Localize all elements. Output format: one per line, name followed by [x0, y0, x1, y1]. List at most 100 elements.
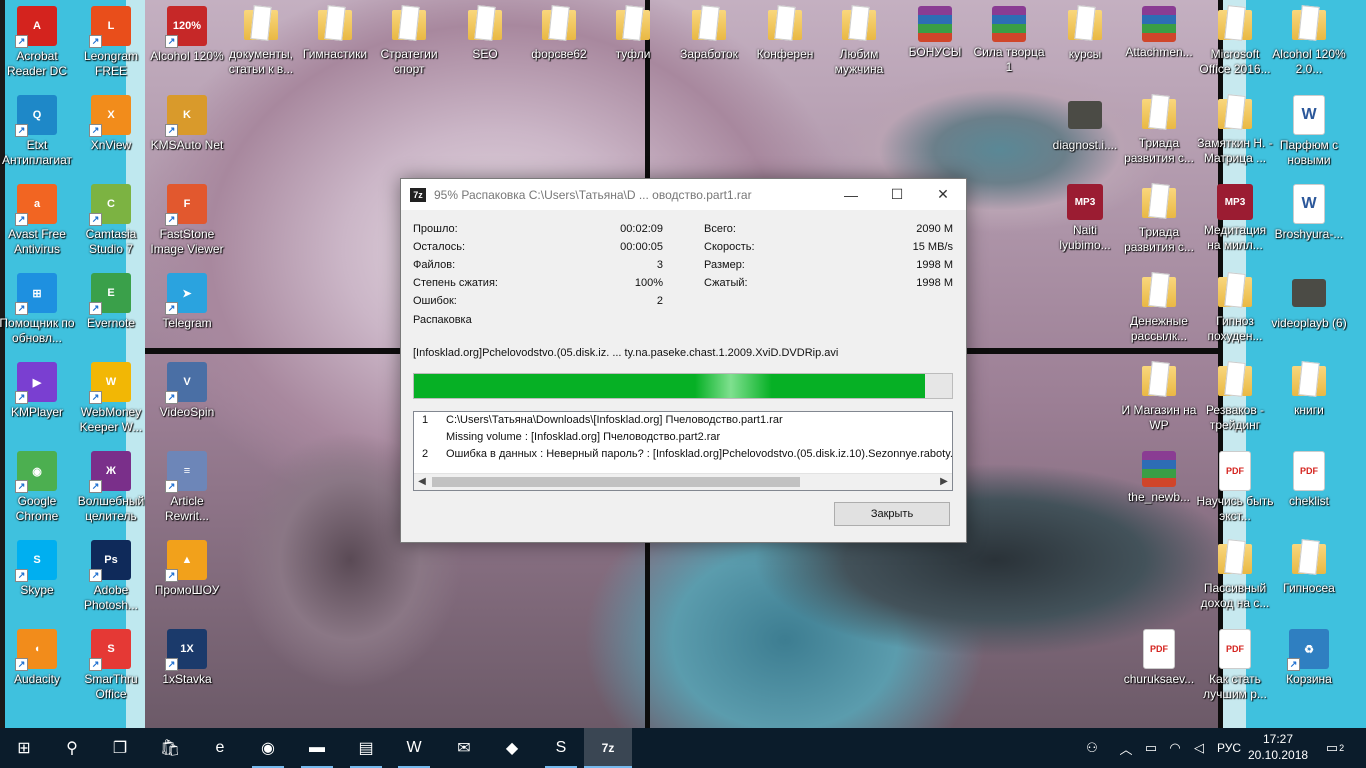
desktop-icon[interactable]: ◖Audacity [0, 623, 74, 709]
desktop-icon[interactable]: EEvernote [74, 267, 148, 353]
desktop-icon[interactable]: the_newb... [1122, 445, 1196, 531]
close-window-button[interactable]: ✕ [920, 179, 966, 210]
desktop-icon[interactable]: SSmarThru Office [74, 623, 148, 709]
desktop-icon[interactable]: SSkype [0, 534, 74, 620]
desktop-icon[interactable]: ➤Telegram [150, 267, 224, 353]
desktop-icon[interactable]: AAcrobat Reader DC [0, 0, 74, 86]
minimize-button[interactable]: — [828, 179, 874, 210]
desktop-icon[interactable]: Триада развития с... [1122, 178, 1196, 264]
desktop-icon[interactable]: QEtxt Антиплагиат [0, 89, 74, 175]
desktop-icon[interactable]: Attachmen... [1122, 0, 1196, 86]
desktop-icon[interactable]: W Парфюм с новыми [1272, 89, 1346, 175]
folder-icon [1142, 188, 1176, 218]
desktop-icon[interactable]: Денежные рассылк... [1122, 267, 1196, 353]
desktop-icon[interactable]: Триада развития с... [1122, 89, 1196, 175]
desktop-icon[interactable]: PDF Как стать лучшим р... [1198, 623, 1272, 709]
operation-label: Распаковка [413, 314, 613, 330]
error-log-list[interactable]: 1 C:\Users\Татьяна\Downloads\[Infosklad.… [413, 411, 953, 491]
volume-icon[interactable]: ◁ [1190, 728, 1208, 768]
desktop-icon[interactable]: Резваков - трейдинг [1198, 356, 1272, 442]
desktop-icon[interactable]: курсы [1048, 0, 1122, 86]
scrollbar-thumb[interactable] [432, 477, 800, 487]
taskbar-button[interactable]: ⊞ [0, 728, 48, 768]
scroll-right-icon[interactable]: ▶ [936, 474, 952, 490]
desktop-icon[interactable]: MP3 Медитация на милл... [1198, 178, 1272, 264]
taskbar-button[interactable]: ✉ [440, 728, 488, 768]
desktop-icon[interactable]: FFastStone Image Viewer [150, 178, 224, 264]
wifi-icon[interactable]: ◠ [1166, 728, 1184, 768]
taskbar-button[interactable]: ▬ [293, 728, 341, 768]
notification-center[interactable]: ▭ 2 [1320, 728, 1350, 768]
close-button[interactable]: Закрыть [834, 502, 950, 526]
desktop-icon[interactable]: WWebMoney Keeper W... [74, 356, 148, 442]
desktop-icon[interactable]: Пассивный доход на с... [1198, 534, 1272, 620]
desktop-icon[interactable]: PDF Научись быть экст... [1197, 445, 1274, 531]
pdf-icon: PDF [1219, 629, 1251, 669]
desktop-icon[interactable]: ▶KMPlayer [0, 356, 74, 442]
desktop-icon[interactable]: ▲ПромоШОУ [150, 534, 224, 620]
desktop-icon[interactable]: ♻Корзина [1272, 623, 1346, 709]
article-rewriter-icon: ≡ [165, 451, 207, 493]
desktop-icon[interactable]: W Broshyura-... [1272, 178, 1346, 264]
desktop-icon[interactable]: Любим мужчина [822, 0, 896, 86]
desktop-icon[interactable]: туфли [596, 0, 670, 86]
desktop-icon[interactable]: ЖВолшебный целитель [74, 445, 148, 531]
desktop-icon[interactable]: PDF cheklist [1272, 445, 1346, 531]
taskbar-button[interactable]: ▤ [342, 728, 390, 768]
desktop-icon[interactable]: Microsoft Office 2016... [1198, 0, 1272, 86]
clock-time: 17:27 [1262, 732, 1294, 746]
maximize-button[interactable]: ☐ [874, 179, 920, 210]
desktop-icon[interactable]: ⊞Помощник по обновл... [0, 267, 75, 353]
desktop-icon[interactable]: SEO [448, 0, 522, 86]
desktop-icon[interactable]: 1X1xStavka [150, 623, 224, 709]
taskbar-button[interactable]: ⚲ [48, 728, 96, 768]
desktop-icon[interactable]: MP3 Naiti lyubimo... [1048, 178, 1122, 264]
desktop-icon[interactable]: KKMSAuto Net [150, 89, 224, 175]
taskbar-button[interactable]: W [390, 728, 438, 768]
desktop-icon[interactable]: VVideoSpin [150, 356, 224, 442]
desktop-icon[interactable]: CCamtasia Studio 7 [74, 178, 148, 264]
taskbar-button[interactable]: ◉ [244, 728, 292, 768]
desktop-icon-label: Alcohol 120% 2.0... [1272, 47, 1346, 76]
desktop-icon[interactable]: книги [1272, 356, 1346, 442]
desktop-icon[interactable]: Конферен [748, 0, 822, 86]
desktop-icon[interactable]: Заработок [672, 0, 746, 86]
desktop-icon[interactable]: Гипносеа [1272, 534, 1346, 620]
desktop-icon[interactable]: Alcohol 120% 2.0... [1272, 0, 1346, 86]
horizontal-scrollbar[interactable]: ◀ ▶ [414, 473, 952, 490]
taskbar-button[interactable]: e [196, 728, 244, 768]
desktop-icon[interactable]: ≡Article Rewrit... [150, 445, 224, 531]
people-icon[interactable]: ⚇ [1080, 728, 1104, 768]
desktop-icon[interactable]: Стратегии спорт [372, 0, 446, 86]
taskbar-button[interactable]: ❐ [96, 728, 144, 768]
stat-total: Всего: 2090 M [704, 223, 953, 239]
taskbar-button[interactable]: ◆ [488, 728, 536, 768]
desktop-icon[interactable]: aAvast Free Antivirus [0, 178, 74, 264]
desktop-icon[interactable]: XXnView [74, 89, 148, 175]
chevron-up-icon[interactable]: ︿ [1118, 728, 1134, 768]
desktop-icon[interactable]: 120%Alcohol 120% [150, 0, 224, 86]
desktop-icon[interactable]: документы, статьи к в... [224, 0, 298, 86]
language-indicator[interactable]: РУС [1214, 728, 1244, 768]
desktop-icon[interactable]: PsAdobe Photosh... [74, 534, 148, 620]
desktop-icon[interactable]: LLeongram FREE [74, 0, 148, 86]
desktop-icon[interactable]: Замяткин Н. - Матрица ... [1197, 89, 1273, 175]
desktop-icon[interactable]: diagnost.i.... [1048, 89, 1122, 175]
taskbar-button[interactable]: 7z [584, 728, 632, 768]
desktop-icon[interactable]: БОНУСЫ [898, 0, 972, 86]
taskbar-button[interactable]: 🛍 [146, 728, 194, 768]
battery-icon[interactable]: ▭ [1142, 728, 1160, 768]
clock[interactable]: 17:27 20.10.2018 [1248, 731, 1308, 763]
desktop-icon[interactable]: Гимнастики [298, 0, 372, 86]
desktop-icon[interactable]: videoplayb (6) [1271, 267, 1347, 353]
desktop-icon[interactable]: ◉Google Chrome [0, 445, 74, 531]
desktop-icon[interactable]: Сила творца 1 [972, 0, 1046, 86]
desktop-icon[interactable]: форсве62 [522, 0, 596, 86]
desktop-icon-label: SEO [472, 47, 498, 61]
scroll-left-icon[interactable]: ◀ [414, 474, 430, 490]
desktop-icon[interactable]: И Магазин на WP [1122, 356, 1196, 442]
title-bar[interactable]: 7z 95% Распаковка C:\Users\Татьяна\D ...… [401, 179, 966, 210]
desktop-icon[interactable]: Гипноз похуден... [1198, 267, 1272, 353]
desktop-icon[interactable]: PDF churuksaev... [1122, 623, 1196, 709]
taskbar-button[interactable]: S [537, 728, 585, 768]
